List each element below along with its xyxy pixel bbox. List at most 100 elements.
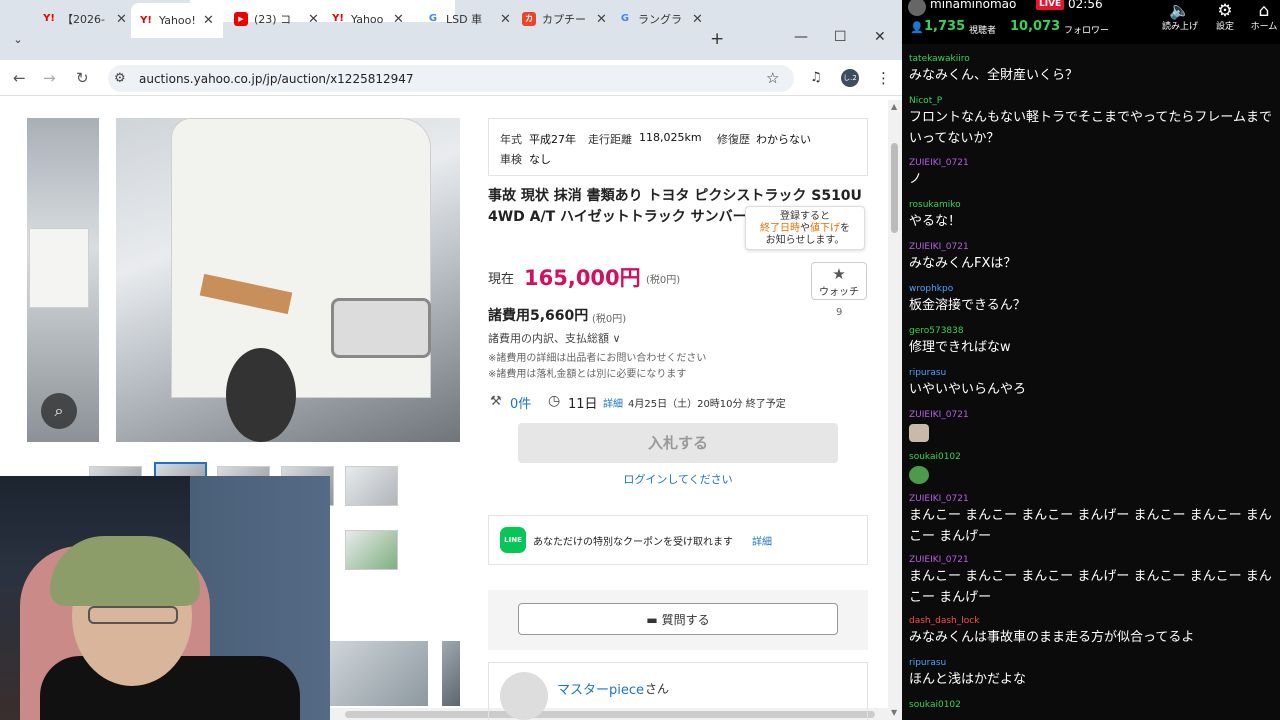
spec-year-value: 平成27年 bbox=[529, 133, 576, 146]
menu-icon[interactable]: ⋮ bbox=[876, 69, 891, 87]
reload-icon[interactable]: ↻ bbox=[76, 69, 89, 87]
tab-2[interactable]: Y! Yahoo! ✕ bbox=[131, 3, 223, 38]
tooltip-end: を bbox=[840, 223, 850, 234]
photo-thumbnail[interactable] bbox=[345, 466, 398, 506]
related-photo[interactable] bbox=[328, 641, 428, 706]
tooltip-line3: お知らせします。 bbox=[765, 235, 845, 246]
close-icon[interactable]: ✕ bbox=[308, 12, 319, 27]
browser-window: ⌄ Y! 【2026- ✕ Y! Yahoo! ✕ ▶ (23) コ ✕ Y! … bbox=[0, 0, 902, 720]
bid-count[interactable]: 0件 bbox=[510, 393, 531, 412]
url-text[interactable]: auctions.yahoo.co.jp/jp/auction/x1225812… bbox=[139, 72, 414, 86]
seller-name[interactable]: マスターpiece bbox=[557, 679, 644, 698]
chat-username: dash_dash_lock bbox=[909, 616, 980, 626]
scroll-up-icon[interactable]: ▲ bbox=[891, 102, 897, 111]
tab-3[interactable]: ▶ (23) コ ✕ bbox=[226, 3, 319, 35]
home-button[interactable]: ⌂ ホーム bbox=[1248, 0, 1280, 32]
chat-username: ZUIEIKI_0721 bbox=[909, 555, 969, 565]
person-icon: 👤 bbox=[910, 21, 924, 34]
chat-message: gero573838 修理できればなw bbox=[909, 326, 1275, 358]
settings-button[interactable]: ⚙ 設定 bbox=[1208, 0, 1242, 32]
chat-username: wrophkpo bbox=[909, 284, 954, 294]
bookmark-star-icon[interactable]: ☆ bbox=[766, 69, 779, 87]
close-icon[interactable]: ✕ bbox=[596, 12, 607, 27]
follower-count: 10,073 bbox=[1010, 19, 1061, 34]
tab-label: 【2026- bbox=[62, 13, 105, 26]
price-label: 現在 bbox=[488, 272, 515, 287]
end-detail-link[interactable]: 詳細 bbox=[603, 395, 623, 410]
tab-4[interactable]: Y! Yahoo! ✕ bbox=[323, 3, 404, 35]
streamer-hair bbox=[50, 536, 200, 606]
close-icon[interactable]: ✕ bbox=[500, 12, 511, 27]
stream-uptime: 02:56 bbox=[1068, 0, 1103, 11]
new-tab-icon[interactable]: + bbox=[710, 29, 724, 49]
viewer-count: 1,735 bbox=[924, 19, 966, 34]
tab-search-chevron-icon[interactable]: ⌄ bbox=[8, 30, 28, 50]
tab-5[interactable]: G LSD 車 ✕ bbox=[418, 3, 511, 35]
spec-repair-label: 修復歴 bbox=[717, 133, 750, 146]
yahoo-icon: Y! bbox=[140, 14, 152, 26]
bid-button[interactable]: 入札する bbox=[518, 423, 838, 463]
tab-7[interactable]: G ラングラ ✕ bbox=[610, 3, 703, 35]
login-link[interactable]: ログインしてください bbox=[488, 471, 868, 487]
ask-question-button[interactable]: ▬ 質問する bbox=[518, 603, 838, 635]
main-photo[interactable] bbox=[116, 118, 460, 442]
follower-label: フォロワー bbox=[1064, 26, 1110, 36]
chat-username: ripurasu bbox=[909, 658, 947, 668]
clock-icon: ◷ bbox=[548, 393, 561, 409]
chat-username: Nicot_P bbox=[909, 96, 943, 106]
watch-button[interactable]: ★ ウォッチ bbox=[811, 262, 867, 300]
minimize-icon[interactable]: — bbox=[794, 29, 808, 45]
chat-message: ZUIEIKI_0721 まんこー まんこー まんこー まんげー まんこー まん… bbox=[909, 555, 1275, 608]
chat-username: ZUIEIKI_0721 bbox=[909, 158, 969, 168]
close-icon[interactable]: ✕ bbox=[393, 12, 404, 27]
ask-label: 質問する bbox=[661, 613, 710, 627]
end-time: 4月25日（土）20時10分 終了予定 bbox=[628, 399, 786, 410]
seller-avatar[interactable] bbox=[500, 672, 548, 720]
gavel-icon: ⚒ bbox=[490, 394, 502, 409]
read-aloud-button[interactable]: 🔈 読み上げ bbox=[1158, 0, 1202, 32]
spec-inspection-value: なし bbox=[529, 153, 551, 166]
chat-text: みなみくん、全財産いくら？ bbox=[909, 68, 1079, 83]
chat-message: ZUIEIKI_0721 まんこー まんこー まんこー まんげー まんこー まん… bbox=[909, 494, 1275, 547]
photo-thumbnail[interactable] bbox=[345, 530, 398, 570]
chat-text: やるな！ bbox=[909, 214, 962, 229]
tab-1[interactable]: Y! 【2026- ✕ bbox=[34, 3, 127, 35]
coupon-detail-link[interactable]: 詳細 bbox=[752, 533, 772, 548]
frog-emote-icon bbox=[909, 466, 929, 484]
chat-message: ripurasu いやいやいらんやろ bbox=[909, 368, 1275, 400]
fees: 諸費用5,660円 bbox=[488, 308, 589, 324]
settings-label: 設定 bbox=[1215, 22, 1234, 32]
google-icon: G bbox=[620, 13, 630, 24]
related-photo[interactable] bbox=[442, 641, 460, 706]
zoom-icon[interactable]: ⌕ bbox=[41, 393, 77, 429]
close-icon[interactable]: ✕ bbox=[203, 13, 214, 28]
gear-icon: ⚙ bbox=[1217, 1, 1233, 21]
forward-icon[interactable]: → bbox=[43, 69, 56, 87]
scroll-down-icon[interactable]: ▼ bbox=[891, 708, 897, 717]
chat-message: wrophkpo 板金溶接できるん？ bbox=[909, 284, 1275, 316]
maximize-icon[interactable]: ☐ bbox=[834, 29, 847, 45]
close-window-icon[interactable]: ✕ bbox=[874, 29, 886, 45]
chat-username: gero573838 bbox=[909, 326, 964, 336]
line-icon: LINE bbox=[500, 527, 526, 553]
tab-label: Yahoo! bbox=[351, 12, 385, 26]
vertical-scroll-thumb[interactable] bbox=[891, 143, 898, 233]
tab-6[interactable]: カ カプチー ✕ bbox=[514, 3, 607, 35]
chat-username: rosukamiko bbox=[909, 200, 961, 210]
fee-breakdown-link[interactable]: 諸費用の内訳、支払総額 ∨ bbox=[488, 330, 621, 346]
chat-text: まんこー まんこー まんこー まんげー まんこー まんこー まんこー まんげー bbox=[909, 569, 1272, 605]
close-icon[interactable]: ✕ bbox=[692, 12, 703, 27]
fees-tax: (税0円) bbox=[592, 314, 627, 325]
back-icon[interactable]: ← bbox=[13, 69, 26, 87]
media-control-icon[interactable]: ♫ bbox=[810, 70, 822, 85]
close-icon[interactable]: ✕ bbox=[116, 12, 127, 27]
spec-box bbox=[488, 118, 868, 176]
chat-text: みなみくんFXは？ bbox=[909, 256, 1017, 271]
coupon-text: あなただけの特別なクーポンを受け取れます bbox=[533, 537, 733, 548]
profile-avatar[interactable]: し.2 bbox=[841, 69, 859, 87]
chat-text: ほんと浅はかだよな bbox=[909, 672, 1027, 687]
tooltip-mid: や bbox=[800, 223, 810, 234]
site-info-icon[interactable]: ⚙ bbox=[114, 71, 126, 86]
tab-label: (23) コ bbox=[254, 13, 292, 26]
live-badge: LIVE bbox=[1036, 0, 1065, 10]
